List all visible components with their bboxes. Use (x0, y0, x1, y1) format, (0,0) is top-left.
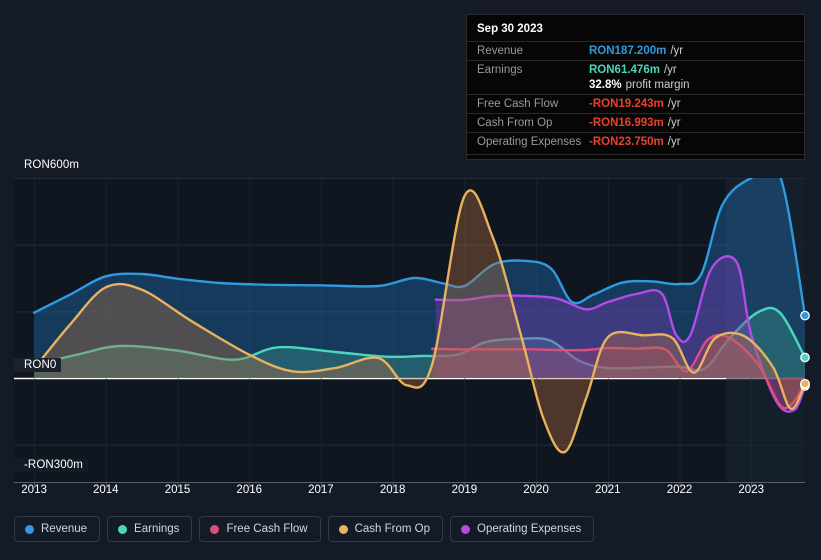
x-axis-label: 2015 (164, 484, 191, 496)
legend-color-dot-icon (461, 524, 471, 534)
tooltip-row-value: -RON19.243m/yr (589, 98, 681, 110)
legend-item-free-cash-flow[interactable]: Free Cash Flow (199, 516, 321, 542)
tooltip-row-unit: /yr (667, 136, 681, 148)
x-axis-label: 2019 (451, 484, 478, 496)
tooltip-row: Free Cash Flow -RON19.243m/yr (467, 94, 804, 113)
legend-color-dot-icon (210, 524, 220, 534)
tooltip-row-value: RON187.200m/yr (589, 45, 684, 57)
tooltip-row: Operating Expenses -RON23.750m/yr (467, 132, 804, 151)
x-axis-label: 2022 (666, 484, 693, 496)
tooltip-row-value: -RON23.750m/yr (589, 136, 681, 148)
legend-item-revenue[interactable]: Revenue (14, 516, 101, 542)
legend-item-earnings[interactable]: Earnings (107, 516, 193, 542)
tooltip-row-value: RON61.476m/yr (589, 64, 677, 76)
legend-item-label: Earnings (134, 523, 180, 535)
x-axis-label: 2020 (523, 484, 549, 496)
tooltip-row-unit: /yr (667, 117, 681, 129)
x-axis-label: 2016 (236, 484, 263, 496)
x-axis-label: 2014 (92, 484, 119, 496)
legend-color-dot-icon (25, 524, 34, 534)
legend-item-label: Cash From Op (354, 523, 431, 535)
x-axis-label: 2017 (308, 484, 334, 496)
chart-legend: Revenue Earnings Free Cash Flow Cash From O… (14, 516, 595, 542)
tooltip-row: Revenue RON187.200m/yr (467, 41, 804, 60)
tooltip-row-unit: /yr (663, 64, 677, 76)
legend-item-label: Revenue (41, 523, 88, 535)
tooltip-row-label: Cash From Op (477, 117, 553, 129)
tooltip-footer-divider (467, 154, 804, 155)
legend-item-cash-from-op[interactable]: Cash From Op (327, 516, 444, 542)
tooltip-row-label: Earnings (477, 64, 523, 76)
legend-item-label: Free Cash Flow (226, 523, 308, 535)
data-tooltip: Sep 30 2023 Revenue RON187.200m/yr Earning… (466, 14, 805, 160)
y-axis-label-top: RON600m (14, 158, 85, 172)
chart-page: RON600m RON0 -RON300m 2013 2014 2015 2016 20… (0, 0, 821, 560)
tooltip-row-value: 32.8% profit margin (589, 79, 690, 91)
x-axis-label: 2021 (594, 484, 621, 496)
tooltip-row-label: Free Cash Flow (477, 98, 559, 110)
tooltip-row-unit: /yr (670, 45, 684, 57)
tooltip-row: 32.8% profit margin (467, 79, 804, 94)
tooltip-row: Cash From Op -RON16.993m/yr (467, 113, 804, 132)
tooltip-date: Sep 30 2023 (477, 23, 543, 35)
legend-item-operating-expenses[interactable]: Operating Expenses (450, 516, 595, 542)
x-axis-label: 2023 (738, 484, 764, 496)
tooltip-row-label: Revenue (477, 45, 524, 57)
tooltip-row-unit: /yr (667, 98, 681, 110)
endpoint-marker (800, 378, 810, 389)
tooltip-row-unit: profit margin (625, 79, 690, 91)
x-axis-label: 2018 (379, 484, 406, 496)
tooltip-row-label: Operating Expenses (477, 136, 582, 148)
endpoint-marker (800, 310, 810, 321)
legend-color-dot-icon (118, 524, 128, 534)
y-axis-label-bottom: -RON300m (14, 458, 88, 472)
y-axis-label-zero: RON0 (14, 358, 62, 372)
tooltip-row-value: -RON16.993m/yr (589, 117, 681, 129)
tooltip-row: Earnings RON61.476m/yr (467, 60, 804, 79)
legend-color-dot-icon (338, 524, 348, 534)
endpoint-marker (800, 352, 810, 363)
x-axis-label: 2013 (21, 484, 47, 496)
tooltip-rows: Revenue RON187.200m/yr Earnings RON61.476m /… (467, 41, 804, 151)
legend-item-label: Operating Expenses (477, 523, 582, 535)
